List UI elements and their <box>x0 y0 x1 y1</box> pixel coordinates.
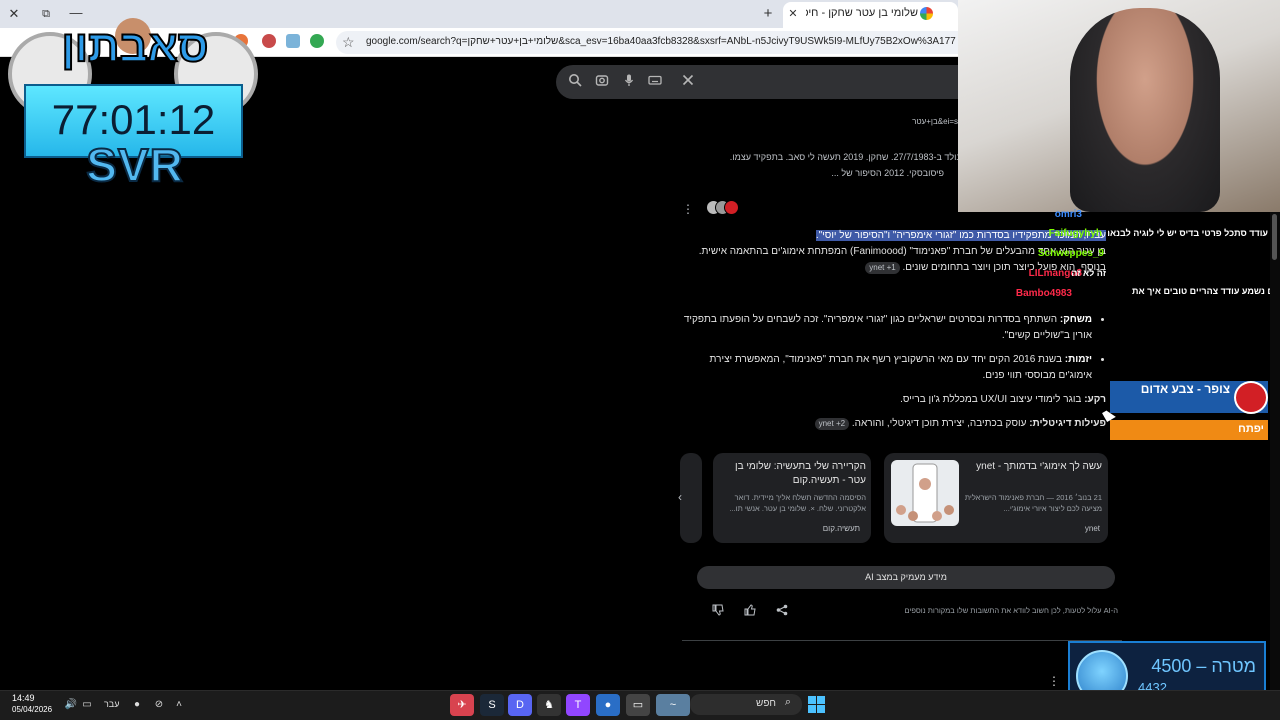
goal-target: מטרה – 4500 <box>1151 656 1256 676</box>
now-playing-title: צופר - צבע אדום <box>1140 382 1230 396</box>
widget-icon[interactable]: ~ <box>656 694 690 716</box>
card-description: הסיסמה החדשה תשלח אליך מיידית. דואר אלקט… <box>729 493 866 513</box>
keyboard-icon[interactable] <box>647 73 663 91</box>
source-chip[interactable]: ynet +2 <box>814 418 850 430</box>
ai-bullet-list: משחק: השתתף בסדרות ובסרטים ישראליים כגון… <box>682 312 1106 392</box>
clear-search-icon[interactable] <box>680 73 696 91</box>
taskbar-search-label[interactable]: חפש <box>740 698 776 709</box>
music-icon <box>1234 381 1268 414</box>
subathon-timer: 77:01:12 <box>51 96 216 143</box>
svr-logo: SVR <box>85 138 184 192</box>
new-tab-button[interactable]: + <box>760 5 776 23</box>
ynet-logo-icon <box>724 200 739 215</box>
card-title[interactable]: הקריירה שלי בתעשיה: שלומי בן עטר - תעשיה… <box>718 460 866 488</box>
search-bar[interactable] <box>556 65 958 99</box>
steam-icon[interactable]: S <box>480 694 504 716</box>
google-favicon-icon <box>920 7 933 20</box>
bullet-text: השתתף בסדרות ובסרטים ישראליים כגון "זגור… <box>683 314 1092 341</box>
digital-activity-paragraph: פעילות דיגיטלית: עוסק בכתיבה, יצירת תוכן… <box>682 418 1106 430</box>
chevron-up-icon[interactable]: ˄ <box>172 698 186 712</box>
tab-close-button[interactable]: ✕ <box>786 6 800 22</box>
app-icon[interactable]: ✈ <box>450 694 474 716</box>
card-title[interactable]: עשה לך אימוג'י בדמותך - ynet <box>962 460 1102 474</box>
chat-message: עודד סתכל פרטי בדיס יש לי לוגיה לבנאנג'ל <box>1108 228 1268 238</box>
subathon-logo: סאבתון <box>60 21 209 72</box>
result-snippet: נולד ב-27/7/1983. שחקן. 2019 תעשה לי סאב… <box>729 152 960 162</box>
background-paragraph: רקע: בוגר לימודי עיצוב UX/UI במכללת ג'ון… <box>682 394 1106 405</box>
chevron-left-icon[interactable]: ‹ <box>672 488 688 506</box>
search-icon[interactable]: ⌕ <box>781 696 795 712</box>
extension-icon[interactable] <box>310 34 324 48</box>
streamer-figure <box>1070 8 1220 212</box>
chrome-icon[interactable]: ● <box>596 694 620 716</box>
extension-icon[interactable] <box>262 34 276 48</box>
card-source: תעשיה.קום <box>822 524 860 533</box>
thumbs-up-icon[interactable] <box>743 604 757 620</box>
breadcrumb: בן+עטר&ei=s <box>912 117 958 126</box>
microphone-icon[interactable]: ● <box>130 698 144 712</box>
twitch-icon[interactable]: T <box>566 694 590 716</box>
bullet-title: משחק: <box>1059 314 1092 325</box>
card-source: ynet <box>1084 524 1100 533</box>
microphone-icon[interactable] <box>621 73 637 91</box>
result-snippet: פיסובסקי. 2012 הסיפור של ... <box>831 168 944 178</box>
card-description: 21 בנוב׳ 2016 — חברת פאנימוד הישראלית מצ… <box>964 493 1102 513</box>
explorer-icon[interactable]: ▭ <box>626 694 650 716</box>
more-options-icon[interactable]: ⋮ <box>1048 674 1060 688</box>
url-text[interactable]: google.com/search?q=שלומי+בן+עטר+שחקן&sc… <box>366 36 956 47</box>
ai-source-avatars[interactable] <box>706 200 740 215</box>
card-thumbnail <box>891 460 959 526</box>
clock-time[interactable]: 14:49 <box>12 693 52 703</box>
bullet-title: יזמות: <box>1064 354 1092 365</box>
clock-date[interactable]: 05/04/2026 <box>12 705 62 714</box>
volume-icon[interactable]: 🔊 <box>64 698 78 712</box>
list-item: יזמות: בשנת 2016 הקים יחד עם מאי הרשקובי… <box>682 352 1092 384</box>
bookmark-star-icon[interactable]: ☆ <box>342 33 356 51</box>
thumbs-down-icon[interactable] <box>711 604 725 620</box>
more-options-icon[interactable]: ⋮ <box>682 202 694 216</box>
search-icon[interactable] <box>567 73 583 91</box>
network-icon[interactable]: ▭ <box>80 698 94 712</box>
paragraph-text: עוסק בכתיבה, יצירת תוכן דיגיטלי, והוראה. <box>851 418 1027 429</box>
discord-icon[interactable]: D <box>508 694 532 716</box>
chat-username: Faifugyhyh <box>1048 228 1102 239</box>
ai-mode-button[interactable]: מידע מעמיק במצב AI <box>697 566 1115 589</box>
wifi-off-icon[interactable]: ⊘ <box>152 698 166 712</box>
ai-disclaimer: ה-AI עלול לטעות, לכן חשוב לוודא את התשוב… <box>904 606 1118 615</box>
chat-username: Schweppes_9 <box>1037 248 1104 259</box>
source-chip[interactable]: ynet +1 <box>865 262 900 274</box>
list-item: משחק: השתתף בסדרות ובסרטים ישראליים כגון… <box>682 312 1092 344</box>
name-label: יפתח <box>1238 423 1264 435</box>
extension-icon[interactable] <box>286 34 300 48</box>
chat-message: זה לא זה <box>1071 268 1106 278</box>
chat-message: אם נשמע עודד צהריים טובים איך את <box>1132 286 1280 296</box>
chat-username: omri3 <box>1054 209 1082 220</box>
lens-camera-icon[interactable] <box>594 73 610 91</box>
paragraph-title: רקע: <box>1084 394 1106 405</box>
app-icon[interactable]: ♞ <box>537 694 561 716</box>
divider <box>682 640 1122 641</box>
bullet-text: בשנת 2016 הקים יחד עם מאי הרשקוביץ רשף א… <box>709 354 1092 381</box>
share-icon[interactable] <box>775 604 789 620</box>
paragraph-title: פעילות דיגיטלית: <box>1029 418 1106 429</box>
paragraph-text: בוגר לימודי עיצוב UX/UI במכללת ג'ון בריי… <box>900 394 1082 405</box>
tab-title: שלומי בן עטר שחקן - חיפוש ב- <box>806 7 918 19</box>
scrollbar[interactable] <box>1270 212 1280 690</box>
scrollbar-thumb[interactable] <box>1272 214 1277 260</box>
language-indicator[interactable]: עבר <box>104 699 122 709</box>
windows-start-icon[interactable] <box>808 696 825 713</box>
